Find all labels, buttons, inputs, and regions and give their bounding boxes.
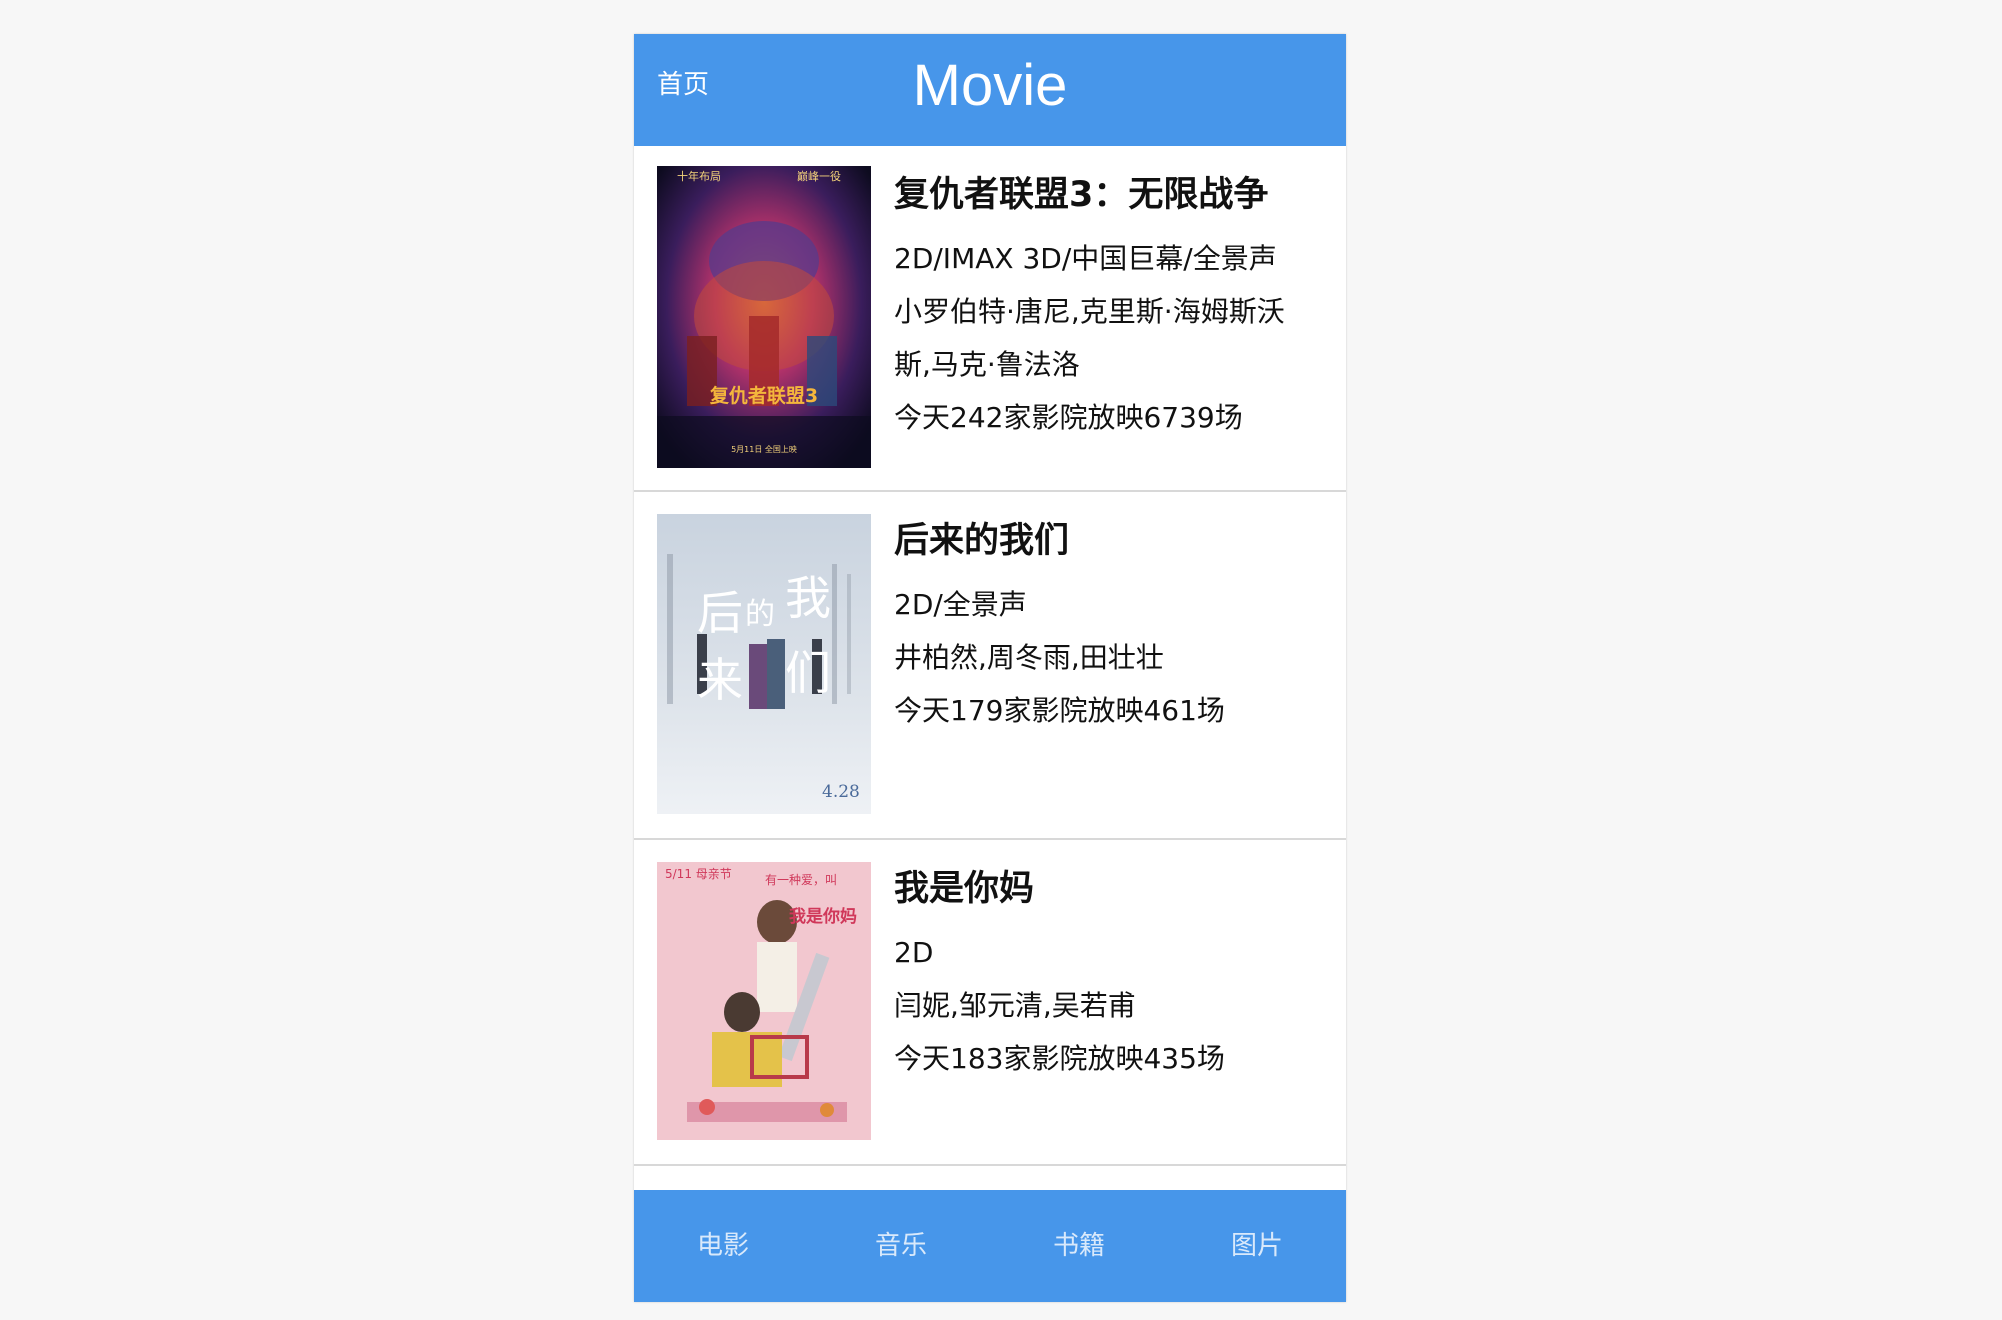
poster-top-right-text: 巅峰一役 <box>797 169 841 183</box>
movie-showtimes: 今天183家影院放映435场 <box>894 1042 1225 1075</box>
poster-top-left-text: 十年布局 <box>677 169 721 183</box>
tab-movies[interactable]: 电影 <box>634 1190 812 1302</box>
movie-formats: 2D <box>894 936 934 969</box>
movie-title[interactable]: 后来的我们 <box>894 516 1334 566</box>
poster-date-text: 5/11 母亲节 <box>665 867 732 881</box>
top-navigation-bar: 首页 Movie <box>634 34 1346 146</box>
poster-title-char: 们 <box>785 646 831 700</box>
movie-formats: 2D/IMAX 3D/中国巨幕/全景声 <box>894 242 1277 275</box>
movie-list-item[interactable]: 5/11 母亲节 有一种爱，叫 我是你妈 我是你妈 2D 闫妮,邹元清,吴若甫 … <box>634 840 1346 1166</box>
app-frame: 首页 Movie 十年布局 巅峰一役 复仇者联盟3 5月11日 全国上映 复仇者… <box>634 34 1346 1302</box>
tab-pictures[interactable]: 图片 <box>1168 1190 1346 1302</box>
movie-title[interactable]: 复仇者联盟3：无限战争 <box>894 170 1334 220</box>
page-title: Movie <box>912 53 1068 118</box>
poster-title-char: 我 <box>785 571 831 625</box>
movie-title[interactable]: 我是你妈 <box>894 864 1334 914</box>
poster-title-char: 后 <box>697 586 743 640</box>
movie-list-item[interactable]: 后 的 我 来 们 4.28 后来的我们 2D/全景声 井柏然,周冬雨,田壮壮 … <box>634 492 1346 840</box>
poster-date-text: 5月11日 全国上映 <box>731 444 797 454</box>
poster-title-char: 的 <box>745 597 775 632</box>
movie-cast: 井柏然,周冬雨,田壮壮 <box>894 641 1164 674</box>
poster-logo-text: 复仇者联盟3 <box>709 384 818 407</box>
poster-date-text: 4.28 <box>822 782 860 802</box>
bottom-tab-bar: 电影 音乐 书籍 图片 <box>634 1190 1346 1302</box>
movie-showtimes: 今天242家影院放映6739场 <box>894 401 1243 434</box>
movie-cast: 闫妮,邹元清,吴若甫 <box>894 989 1136 1022</box>
movie-formats: 2D/全景声 <box>894 588 1027 621</box>
poster-tagline-text: 有一种爱，叫 <box>765 873 837 887</box>
movie-cast: 小罗伯特·唐尼,克里斯·海姆斯沃 <box>894 295 1285 328</box>
tab-books[interactable]: 书籍 <box>990 1190 1168 1302</box>
movie-showtimes: 今天179家影院放映461场 <box>894 694 1225 727</box>
movie-poster[interactable]: 后 的 我 来 们 4.28 <box>657 514 871 814</box>
movie-list-item[interactable]: 十年布局 巅峰一役 复仇者联盟3 5月11日 全国上映 复仇者联盟3：无限战争 … <box>634 146 1346 492</box>
poster-title-char: 来 <box>697 653 743 707</box>
movie-cast-continued: 斯,马克·鲁法洛 <box>894 348 1080 381</box>
tab-music[interactable]: 音乐 <box>812 1190 990 1302</box>
poster-title-text: 我是你妈 <box>789 906 857 927</box>
movie-poster[interactable]: 十年布局 巅峰一役 复仇者联盟3 5月11日 全国上映 <box>657 166 871 468</box>
movie-poster[interactable]: 5/11 母亲节 有一种爱，叫 我是你妈 <box>657 862 871 1140</box>
